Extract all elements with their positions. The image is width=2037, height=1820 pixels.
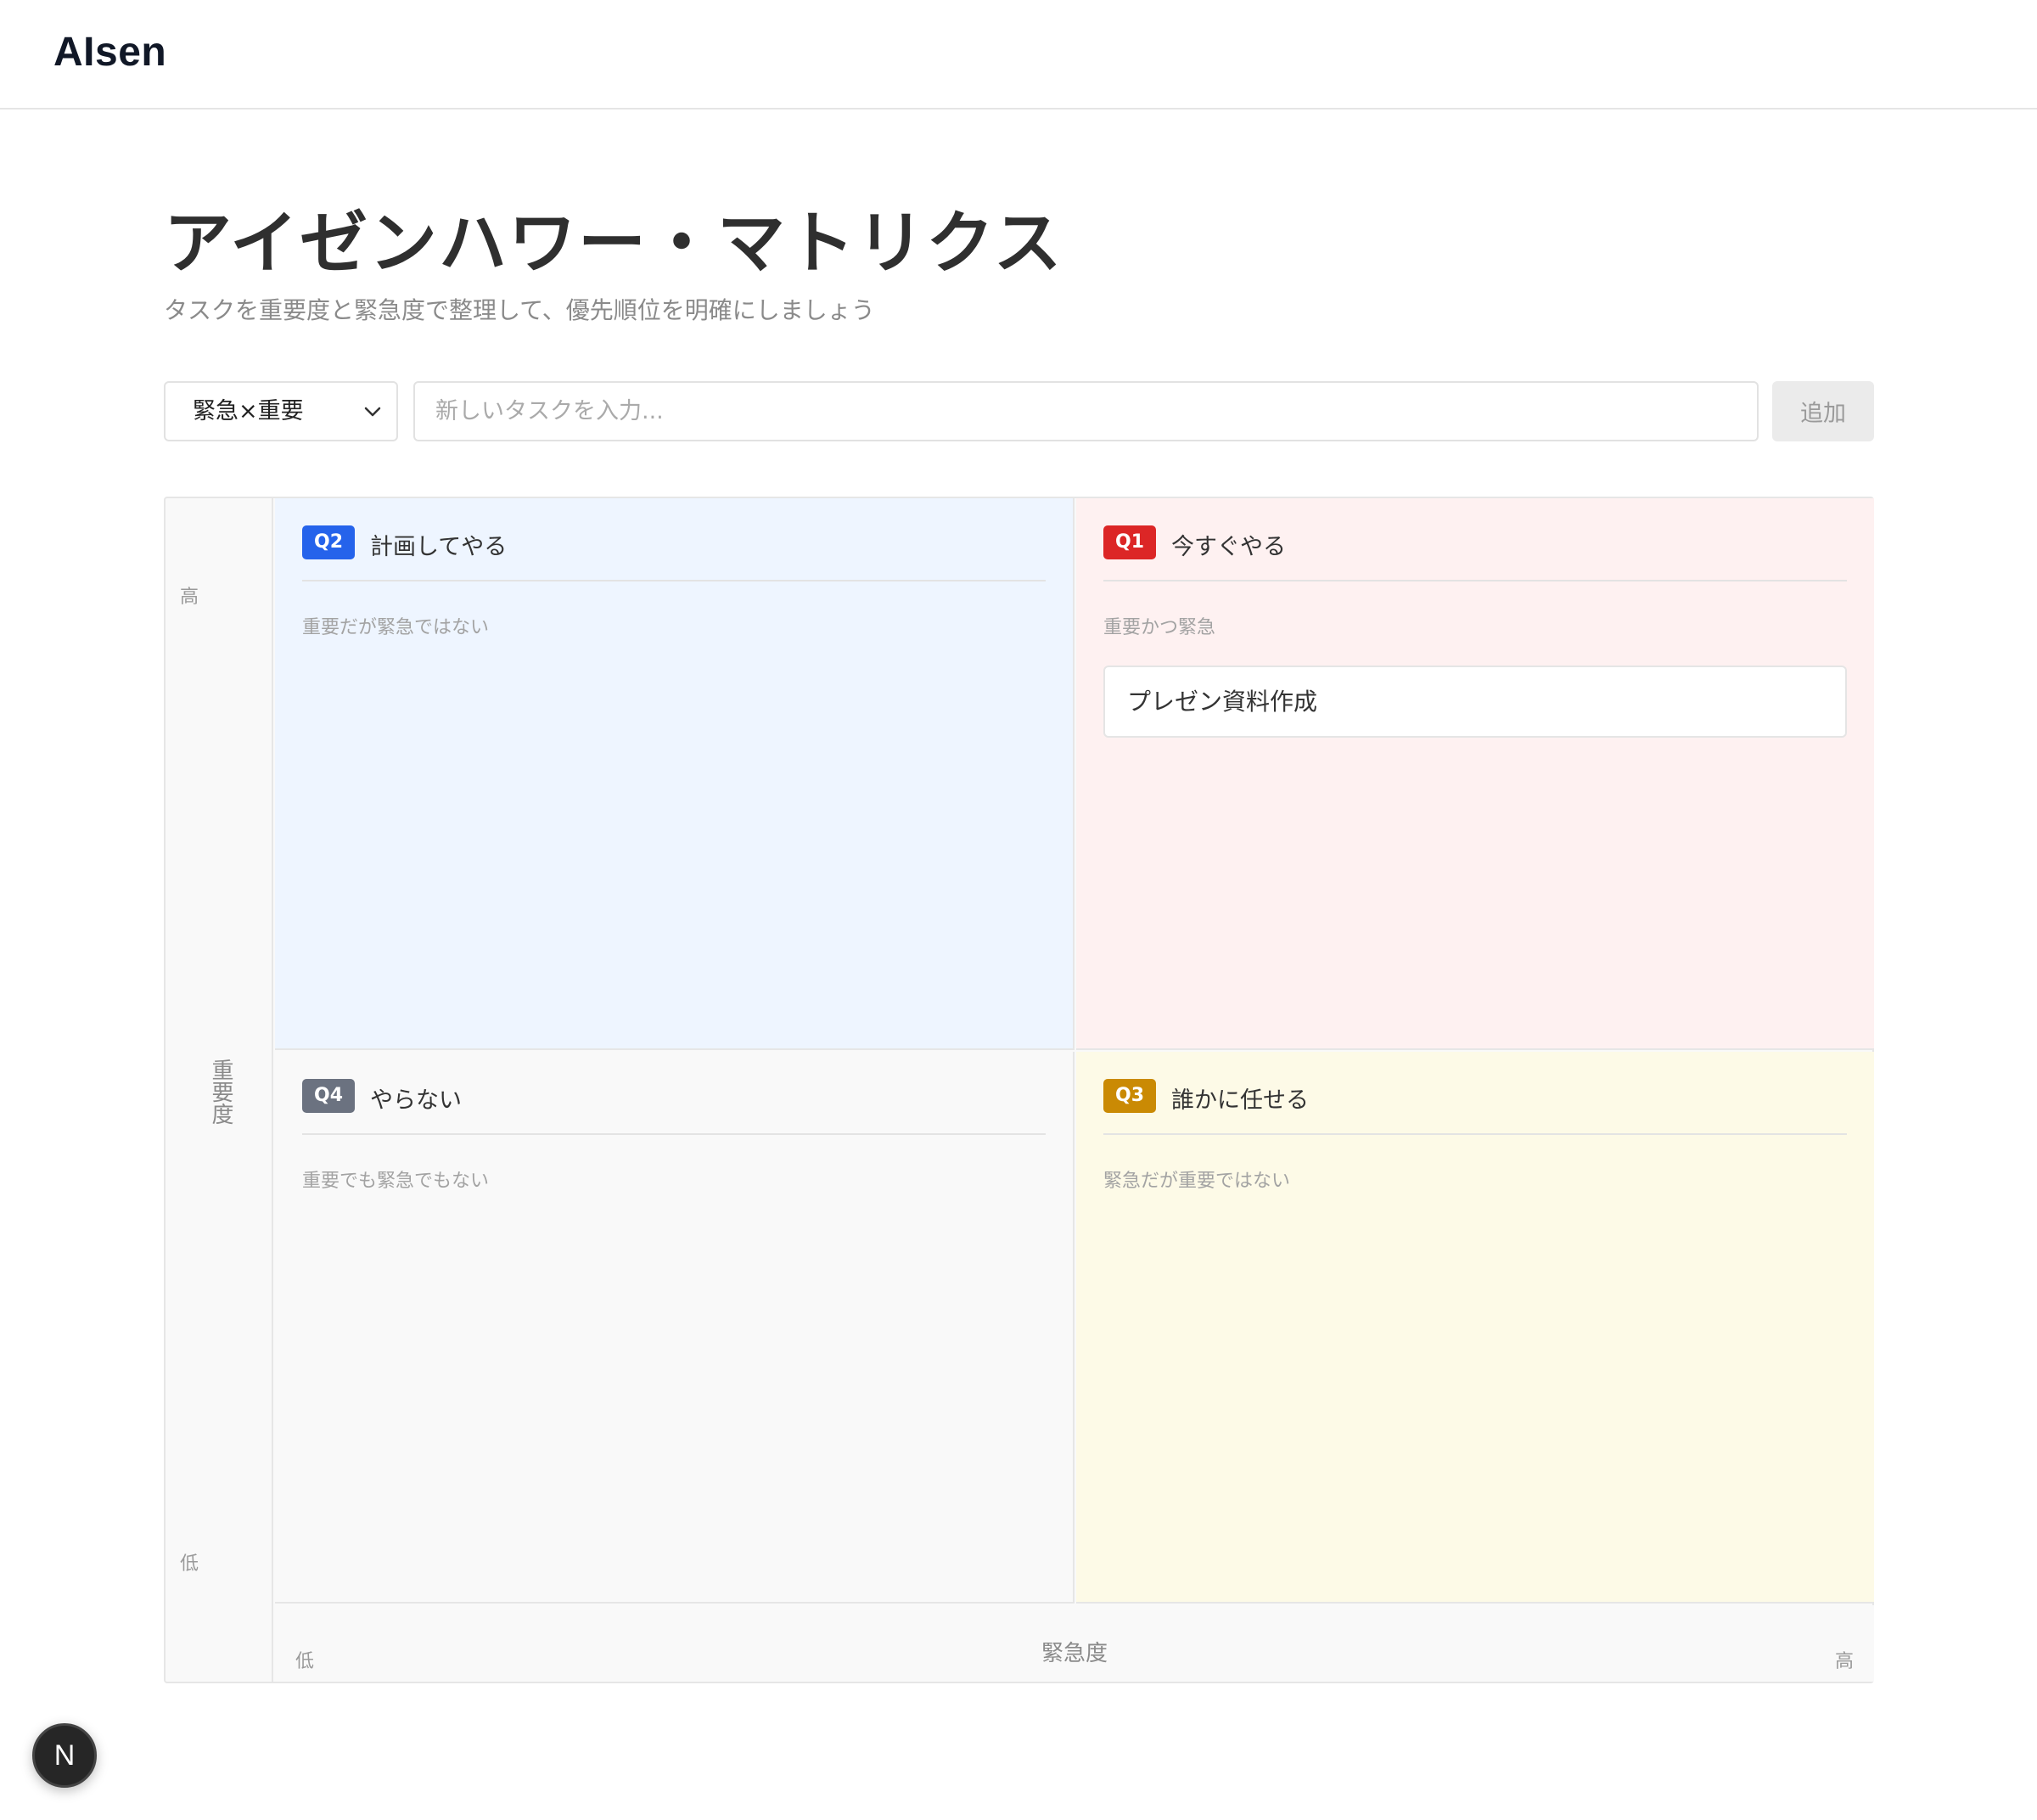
quadrant-description: 重要でも緊急でもない [302,1171,490,1192]
brand-logo[interactable]: AIsen [53,29,166,76]
quadrant-q4[interactable]: Q4 やらない 重要でも緊急でもない [275,1052,1075,1604]
quadrant-q2[interactable]: Q2 計画してやる 重要だが緊急ではない [275,498,1075,1050]
chevron-down-icon [364,407,381,417]
quadrant-header: Q4 やらない [302,1079,1046,1135]
quadrant-badge: Q4 [302,1079,356,1113]
quadrant-description: 重要かつ緊急 [1103,617,1216,638]
urgency-high-label: 高 [1834,1651,1854,1672]
quadrant-title: やらない [370,1087,462,1114]
task-input[interactable] [413,381,1759,441]
urgency-axis: 低 緊急度 高 [275,1605,1874,1682]
quadrant-title: 今すぐやる [1171,534,1286,560]
quadrant-select-value: 緊急×重要 [193,398,304,424]
quadrant-header: Q1 今すぐやる [1103,525,1847,581]
quadrant-select[interactable]: 緊急×重要 [164,381,398,441]
quadrant-title: 誰かに任せる [1171,1087,1309,1114]
quadrant-description: 緊急だが重要ではない [1103,1171,1291,1192]
quadrant-q1[interactable]: Q1 今すぐやる 重要かつ緊急 プレゼン資料作成 [1076,498,1874,1050]
eisenhower-matrix: 高 重要度 低 Q2 計画してやる 重要だが緊急ではない Q1 今すぐやる 重要… [164,497,1874,1683]
importance-axis: 高 重要度 低 [166,498,273,1682]
importance-high-label: 高 [180,587,199,608]
quadrant-description: 重要だが緊急ではない [302,617,490,638]
add-task-button[interactable]: 追加 [1772,381,1874,441]
quadrant-badge: Q2 [302,525,356,559]
task-card[interactable]: プレゼン資料作成 [1103,666,1847,738]
page-subtitle: タスクを重要度と緊急度で整理して、優先順位を明確にしましょう [164,296,875,324]
dev-indicator-button[interactable]: N [32,1723,97,1788]
importance-axis-label: 重要度 [208,1059,233,1125]
app-header: AIsen [0,0,2037,110]
urgency-axis-label: 緊急度 [1041,1641,1108,1666]
importance-low-label: 低 [180,1553,199,1575]
quadrant-title: 計画してやる [370,534,508,560]
page-title: アイゼンハワー・マトリクス [164,204,1063,283]
quadrant-q3[interactable]: Q3 誰かに任せる 緊急だが重要ではない [1076,1052,1874,1604]
quadrant-badge: Q1 [1103,525,1157,559]
quadrant-header: Q3 誰かに任せる [1103,1079,1847,1135]
quadrant-badge: Q3 [1103,1079,1157,1113]
quadrant-header: Q2 計画してやる [302,525,1046,581]
